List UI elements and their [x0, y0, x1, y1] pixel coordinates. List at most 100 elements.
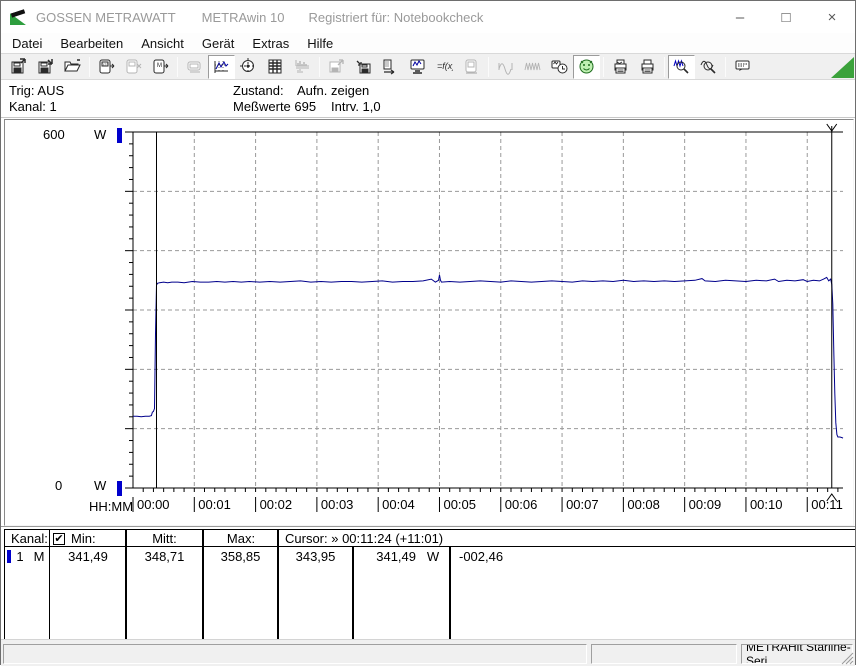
y-unit-bottom: W [94, 478, 107, 493]
histogram-display-button [289, 55, 316, 79]
record-timer-button[interactable] [546, 55, 573, 79]
toolbar-separator [177, 56, 178, 77]
transfer-list-button[interactable] [377, 55, 404, 79]
export-image-icon [329, 59, 344, 73]
svg-text:123: 123 [102, 62, 109, 67]
title-bar: GOSSEN METRAWATT METRAwin 10 Registriert… [1, 1, 855, 33]
resize-grip[interactable] [841, 652, 854, 665]
crosshair-display-button[interactable] [235, 55, 262, 79]
table-header-row: Kanal: ✔ Min: Mitt: Max: Cursor: » 00:11… [5, 530, 855, 547]
menu-ansicht[interactable]: Ansicht [132, 34, 193, 53]
menu-bearbeiten[interactable]: Bearbeiten [51, 34, 132, 53]
x-tick-label: 00:10 [750, 497, 783, 512]
y-unit-top: W [94, 127, 107, 142]
status-info-panel: Trig: AUS Kanal: 1 Zustand: Aufn. zeigen… [1, 81, 855, 118]
save-data-button[interactable] [32, 55, 59, 79]
header-kanal: Kanal: [11, 531, 48, 546]
channel-checkbox[interactable]: ✔ [53, 532, 65, 545]
channel-number: 1 [16, 549, 24, 564]
statusbar-segment-2 [591, 644, 737, 664]
numeric-display-button [181, 55, 208, 79]
title-registered: Registriert für: Notebookcheck [308, 9, 484, 25]
curve-display-button[interactable] [208, 54, 235, 79]
toolbar: 123 M =f(x) [1, 53, 855, 80]
zoom-curve-button[interactable] [695, 55, 722, 79]
value-min: 341,49 [68, 549, 108, 564]
monitor-live-button[interactable] [404, 55, 431, 79]
zoom-wave-button[interactable] [668, 54, 695, 79]
channel-range-marker-top [117, 128, 122, 143]
device-disconnect-button [120, 55, 147, 79]
x-tick-label: 00:02 [260, 497, 293, 512]
device-type-status: METRAHit Starline-Seri [741, 644, 853, 664]
device-memory-read-button[interactable]: M [147, 55, 174, 79]
divider [277, 530, 279, 547]
waveform-single-icon [498, 63, 513, 75]
app-logo-icon [10, 8, 26, 25]
x-tick-label: 00:11 [811, 497, 843, 512]
table-display-button[interactable] [262, 55, 289, 79]
print-preview-icon [614, 59, 627, 74]
zoom-wave-icon [673, 59, 689, 74]
menu-datei[interactable]: Datei [3, 34, 51, 53]
export-image-button [323, 55, 350, 79]
channel-color-bar [7, 550, 11, 563]
comment-button[interactable] [729, 55, 756, 79]
status-smiley-button[interactable] [573, 54, 600, 79]
minimize-button[interactable]: – [717, 1, 763, 33]
value-cursor1: 343,95 [295, 549, 336, 564]
device-read-button[interactable]: 123 [93, 55, 120, 79]
x-tick-label: 00:00 [137, 497, 170, 512]
channel-row[interactable]: 1 M 341,49 348,71 358,85 343,95 341,49 W… [5, 548, 855, 565]
value-mitt: 348,71 [144, 549, 185, 564]
zustand-label: Zustand: [233, 83, 284, 98]
divider [125, 530, 127, 547]
maximize-button[interactable]: □ [763, 1, 809, 33]
menu-hilfe[interactable]: Hilfe [298, 34, 342, 53]
print-preview-button[interactable] [607, 55, 634, 79]
x-axis-format-label: HH:MM [89, 499, 134, 514]
record-timer-icon [551, 60, 568, 74]
x-tick-label: 00:08 [627, 497, 660, 512]
svg-text:M: M [157, 63, 162, 69]
value-delta: -002,46 [459, 549, 504, 564]
trigger-status: Trig: AUS [9, 83, 65, 98]
print-button[interactable] [634, 55, 661, 79]
open-folder-button[interactable] [59, 55, 86, 79]
value-max: 358,85 [220, 549, 261, 564]
header-cursor: Cursor: » 00:11:24 (+11:01) [285, 531, 444, 546]
value-cursor2-unit: W [426, 549, 440, 564]
transfer-to-disk-button[interactable] [350, 55, 377, 79]
formula-fx-button[interactable]: =f(x) [431, 55, 458, 79]
menu-gert[interactable]: Gerät [193, 34, 244, 53]
value-cursor2: 341,49 [376, 549, 416, 564]
divider [202, 530, 204, 547]
power-series-line [133, 274, 844, 439]
waveform-dense-button [519, 55, 546, 79]
header-max: Max: [226, 531, 256, 546]
status-bar: METRAHit Starline-Seri [1, 639, 855, 666]
device-read-icon: 123 [99, 59, 115, 74]
zoom-curve-icon [700, 60, 716, 74]
power-trend-chart[interactable]: 00:00 00:01 00:02 00:03 00:04 00:05 00:06 00:07… [5, 120, 853, 525]
close-button[interactable]: × [809, 1, 855, 33]
device-card-icon [465, 59, 477, 74]
numeric-display-icon [187, 61, 201, 73]
formula-fx-icon: =f(x) [437, 61, 453, 71]
title-brand: GOSSEN METRAWATT [36, 9, 176, 25]
curve-display-icon [214, 60, 229, 73]
x-tick-label: 00:09 [689, 497, 722, 512]
toolbar-separator [319, 56, 320, 77]
x-tick-label: 00:07 [566, 497, 599, 512]
toolbar-separator [488, 56, 489, 77]
menu-extras[interactable]: Extras [243, 34, 298, 53]
statusbar-segment-1 [3, 644, 587, 664]
header-min: Min: [71, 531, 96, 546]
open-folder-icon [64, 59, 81, 72]
open-stored-data-button[interactable] [5, 55, 32, 79]
transfer-list-icon [383, 59, 395, 75]
save-data-icon [38, 59, 53, 74]
channel-status: Kanal: 1 [9, 99, 57, 114]
transfer-to-disk-icon [356, 60, 371, 74]
toolbar-green-triangle-icon [831, 57, 854, 78]
